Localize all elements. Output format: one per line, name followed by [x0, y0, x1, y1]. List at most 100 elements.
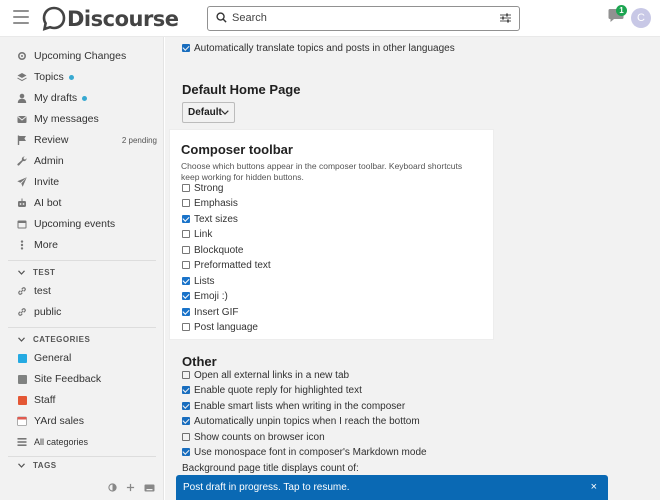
checkbox[interactable]	[182, 371, 190, 379]
checkbox[interactable]	[182, 308, 190, 316]
chevron-down-icon	[221, 110, 229, 115]
composer-option-emoji[interactable]: Emoji :)	[182, 289, 228, 303]
sidebar-item-upcoming-events[interactable]: Upcoming events	[17, 214, 157, 234]
sidebar-section-title: TEST	[33, 268, 56, 277]
composer-option-lists[interactable]: Lists	[182, 274, 215, 288]
checkbox[interactable]	[182, 246, 190, 254]
sidebar-item-label: Topics	[34, 71, 64, 83]
close-icon[interactable]: ×	[591, 481, 597, 493]
sidebar-divider	[8, 456, 156, 457]
link-icon	[17, 286, 27, 296]
search-icon	[216, 12, 227, 23]
option-label: Use monospace font in composer's Markdow…	[194, 446, 427, 458]
sidebar-divider	[8, 327, 156, 328]
unread-dot	[82, 95, 88, 101]
sidebar-item-more[interactable]: More	[17, 235, 157, 255]
checkbox[interactable]	[182, 448, 190, 456]
checkbox[interactable]	[182, 386, 190, 394]
composer-toolbar-title: Composer toolbar	[181, 142, 293, 157]
sidebar-category-site-feedback[interactable]: Site Feedback	[17, 369, 157, 389]
sidebar-item-label: All categories	[34, 437, 89, 447]
option-auto-translate[interactable]: Automatically translate topics and posts…	[182, 41, 455, 55]
composer-option-preformatted[interactable]: Preformatted text	[182, 258, 271, 272]
site-logo[interactable]: Discourse	[42, 5, 179, 33]
sidebar-item-ai-bot[interactable]: AI bot	[17, 193, 157, 213]
sidebar-item-label: public	[34, 306, 62, 318]
composer-option-emphasis[interactable]: Emphasis	[182, 196, 238, 210]
checkbox[interactable]	[182, 277, 190, 285]
sidebar-item-my-drafts[interactable]: My drafts	[17, 88, 157, 108]
composer-option-strong[interactable]: Strong	[182, 181, 223, 195]
layers-icon	[17, 72, 27, 82]
checkbox[interactable]	[182, 199, 190, 207]
sidebar-item-label: General	[34, 352, 72, 364]
sidebar-item-public[interactable]: public	[17, 302, 157, 322]
search-filter-icon[interactable]	[500, 13, 511, 23]
checkbox[interactable]	[182, 433, 190, 441]
sidebar-all-categories[interactable]: All categories	[17, 432, 157, 452]
sidebar-item-review[interactable]: Review 2 pending	[17, 130, 157, 150]
sidebar-section-tags-toggle[interactable]: TAGS	[18, 461, 57, 470]
sidebar-category-general[interactable]: General	[17, 348, 157, 368]
checkbox[interactable]	[182, 215, 190, 223]
chevron-down-icon	[18, 270, 25, 275]
option-label: Strong	[194, 182, 224, 194]
sidebar-category-staff[interactable]: Staff	[17, 390, 157, 410]
sidebar-item-test[interactable]: test	[17, 281, 157, 301]
checkbox[interactable]	[182, 261, 190, 269]
option-label: Emoji :)	[194, 290, 228, 302]
wrench-icon	[17, 156, 27, 166]
composer-option-link[interactable]: Link	[182, 227, 212, 241]
sidebar-category-yard-sales[interactable]: YArd sales	[17, 411, 157, 431]
checkbox[interactable]	[182, 230, 190, 238]
option-auto-unpin[interactable]: Automatically unpin topics when I reach …	[182, 414, 420, 428]
checkbox[interactable]	[182, 292, 190, 300]
sidebar-item-label: More	[34, 239, 58, 251]
paper-plane-icon	[17, 177, 27, 187]
category-color-swatch	[17, 374, 27, 384]
sidebar-item-my-messages[interactable]: My messages	[17, 109, 157, 129]
option-quote-reply[interactable]: Enable quote reply for highlighted text	[182, 383, 362, 397]
logo-text: Discourse	[67, 7, 179, 31]
option-label: Preformatted text	[194, 259, 271, 271]
draft-toast[interactable]: Post draft in progress. Tap to resume. ×	[176, 475, 608, 500]
composer-option-blockquote[interactable]: Blockquote	[182, 243, 243, 257]
sidebar-section-title: TAGS	[33, 461, 57, 470]
keyboard-icon[interactable]	[144, 484, 155, 492]
search-input[interactable]: Search	[207, 6, 520, 31]
gear-icon	[17, 51, 27, 61]
default-home-select[interactable]: Default	[182, 102, 235, 123]
checkbox[interactable]	[182, 402, 190, 410]
option-external-links[interactable]: Open all external links in a new tab	[182, 368, 349, 382]
plus-icon[interactable]	[126, 483, 135, 492]
sidebar-section-categories-toggle[interactable]: CATEGORIES	[18, 335, 90, 344]
sidebar-section-test-toggle[interactable]: TEST	[18, 268, 55, 277]
sidebar-item-invite[interactable]: Invite	[17, 172, 157, 192]
sidebar-item-label: Invite	[34, 176, 60, 188]
theme-toggle-icon[interactable]	[108, 483, 117, 492]
checkbox[interactable]	[182, 184, 190, 192]
option-label: Link	[194, 228, 213, 240]
sidebar-item-label: Site Feedback	[34, 373, 102, 385]
checkbox[interactable]	[182, 323, 190, 331]
option-label: Emphasis	[194, 197, 238, 209]
composer-option-text-sizes[interactable]: Text sizes	[182, 212, 238, 226]
composer-option-post-language[interactable]: Post language	[182, 320, 258, 334]
sidebar-item-topics[interactable]: Topics	[17, 67, 157, 87]
chevron-down-icon	[18, 337, 25, 342]
robot-icon	[17, 198, 27, 208]
sidebar-item-admin[interactable]: Admin	[17, 151, 157, 171]
hamburger-menu-icon[interactable]	[13, 10, 29, 24]
checkbox[interactable]	[182, 44, 190, 52]
sidebar-item-upcoming-changes[interactable]: Upcoming Changes	[17, 46, 157, 66]
option-label: Text sizes	[194, 213, 238, 225]
checkbox[interactable]	[182, 417, 190, 425]
option-browser-counts[interactable]: Show counts on browser icon	[182, 430, 325, 444]
option-label: Post language	[194, 321, 258, 333]
composer-option-insert-gif[interactable]: Insert GIF	[182, 305, 238, 319]
default-home-value: Default	[188, 107, 222, 118]
option-monospace[interactable]: Use monospace font in composer's Markdow…	[182, 445, 427, 459]
list-icon	[17, 437, 27, 447]
option-smart-lists[interactable]: Enable smart lists when writing in the c…	[182, 399, 405, 413]
user-avatar[interactable]: C	[631, 8, 651, 28]
